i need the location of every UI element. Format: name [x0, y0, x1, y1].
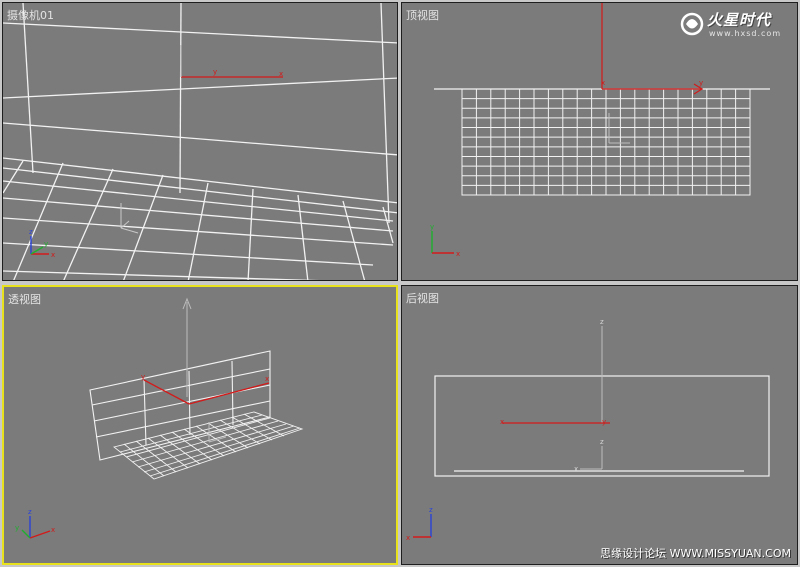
watermark-brand: 火星时代 [707, 11, 772, 29]
persp-y-label: y [141, 373, 145, 381]
top-arrow-x-label: x [601, 79, 605, 87]
persp-tripod-x-label: x [51, 526, 55, 534]
axis-y-label: y [213, 68, 217, 76]
tripod-x-label: x [51, 251, 55, 259]
back-y-label: y [602, 418, 606, 426]
viewport-label-back[interactable]: 后视图 [406, 290, 439, 306]
persp-tripod-z-label: z [28, 508, 32, 516]
viewport-camera[interactable]: y x z x y 摄像机01 [2, 2, 398, 281]
back-gizmo-z-label: z [600, 438, 604, 446]
persp-tripod-y-label: y [15, 524, 19, 532]
top-tripod-x-label: x [456, 250, 460, 258]
back-scene: z x y z x z x [406, 318, 770, 542]
back-tripod-x-label: x [406, 534, 410, 542]
back-tripod-z-label: z [429, 506, 433, 514]
persp-x-label: x [265, 375, 269, 383]
viewport-label-camera[interactable]: 摄像机01 [7, 7, 54, 23]
viewport-top[interactable]: y x y x 顶视图 火星时代 www.hxsd.com [401, 2, 798, 281]
watermark-logo: 火星时代 www.hxsd.com [679, 9, 789, 41]
perspective-scene: y x z x y [15, 297, 304, 539]
viewport-label-top[interactable]: 顶视图 [406, 7, 439, 23]
top-arrow-y-label: y [699, 79, 703, 87]
tripod-y-label: y [44, 240, 48, 248]
viewport-label-perspective[interactable]: 透视图 [8, 291, 41, 307]
top-scene: y x y x [430, 3, 770, 258]
watermark-url: www.hxsd.com [709, 29, 782, 38]
back-gizmo-x-label: x [574, 465, 578, 473]
tripod-z-label: z [29, 228, 33, 236]
top-tripod-y-label: y [430, 223, 434, 231]
back-x-label: x [500, 418, 504, 426]
viewport-back[interactable]: z x y z x z x 后视图 思缘设计论坛 WWW.MISSYUAN.CO… [401, 285, 798, 565]
back-z-label: z [600, 318, 604, 326]
axis-x-label: x [279, 70, 283, 78]
credit-watermark: 思缘设计论坛 WWW.MISSYUAN.COM [600, 547, 791, 560]
swirl-logo-icon [680, 12, 704, 36]
camera-scene: y x z x y [3, 3, 397, 280]
viewport-perspective[interactable]: y x z x y 透视图 [2, 285, 398, 565]
